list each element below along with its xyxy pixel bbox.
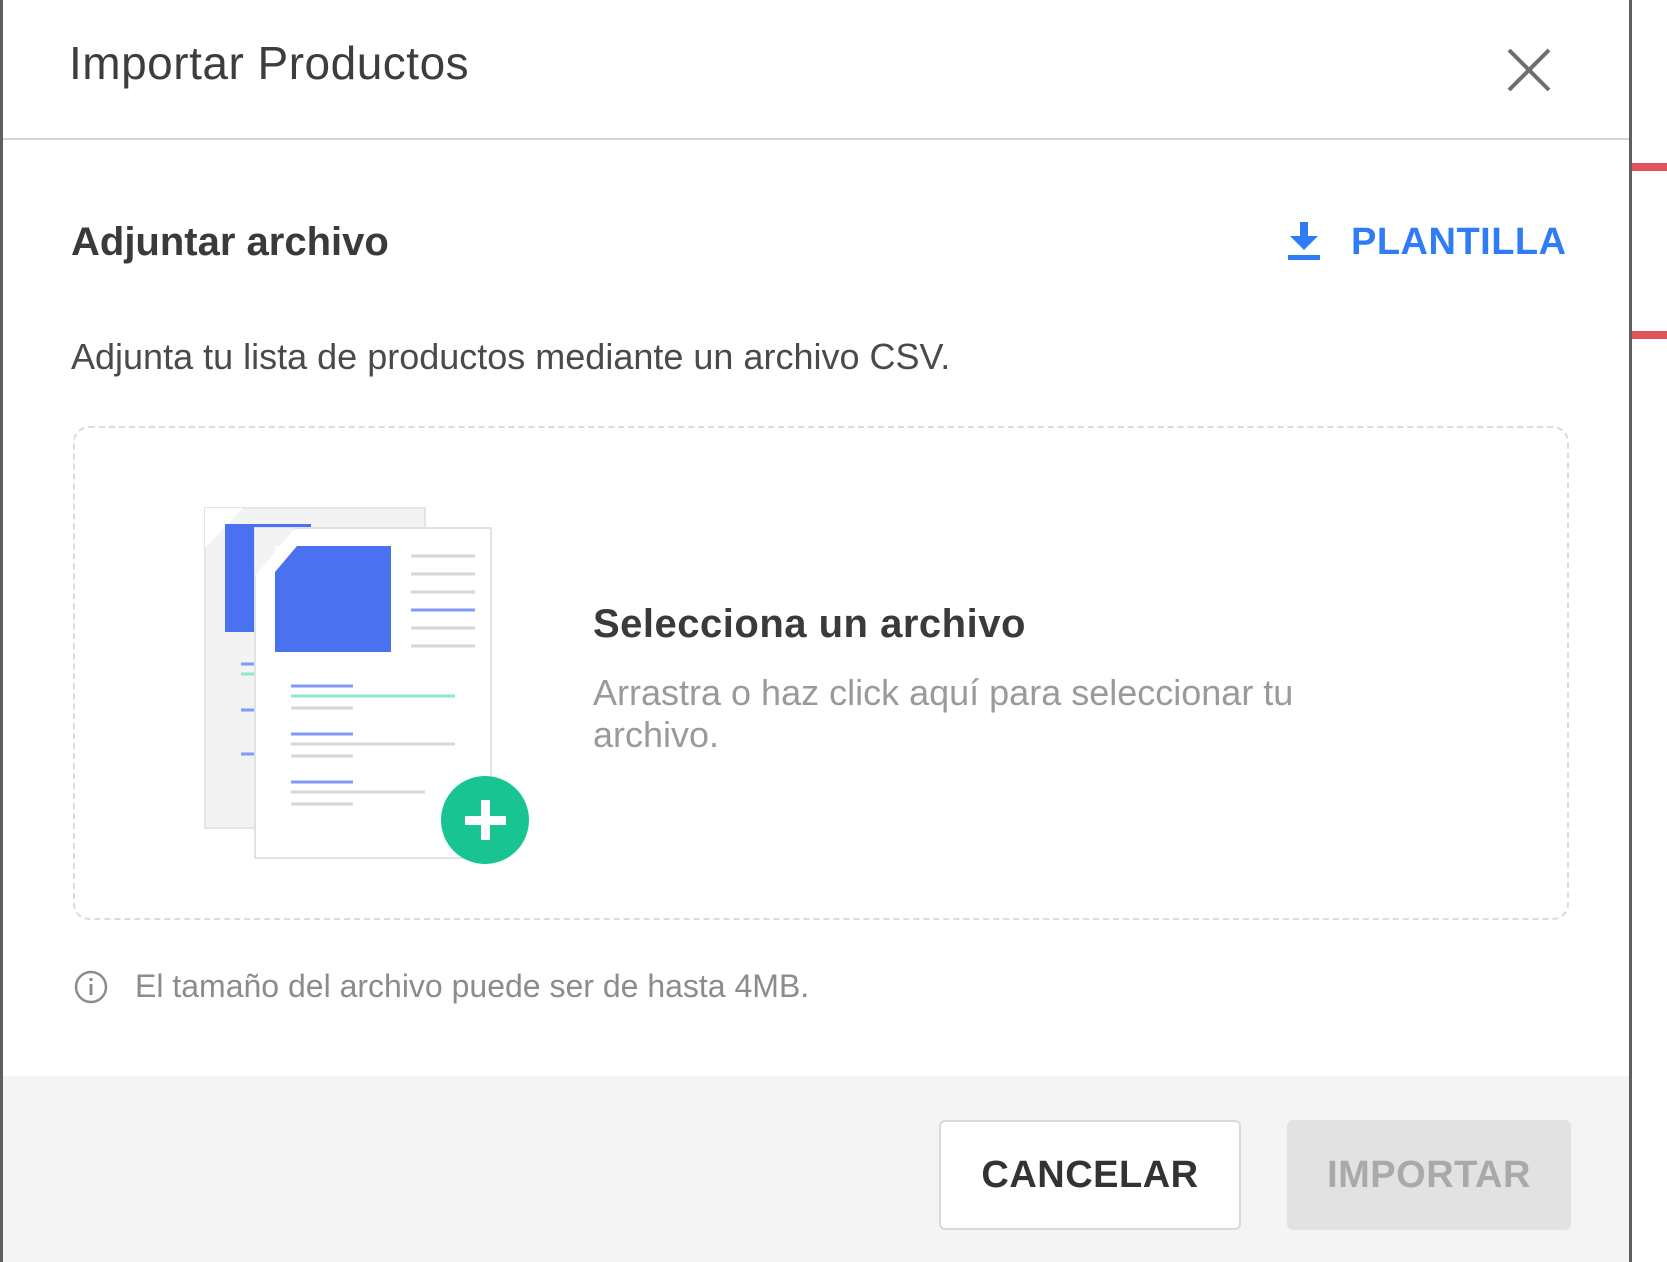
import-products-modal: Importar Productos Adjuntar archivo PLAN… [0, 0, 1632, 1262]
dropzone-subtitle: Arrastra o haz click aquí para seleccion… [593, 672, 1294, 755]
documents-add-icon [204, 507, 529, 864]
close-button[interactable] [1499, 40, 1559, 100]
dropzone-title: Selecciona un archivo [593, 602, 1026, 646]
attach-file-heading: Adjuntar archivo [71, 220, 389, 264]
file-size-text: El tamaño del archivo puede ser de hasta… [135, 968, 810, 1004]
download-template-button[interactable]: PLANTILLA [1287, 212, 1567, 272]
modal-footer: CANCELAR IMPORTAR [3, 1076, 1629, 1262]
attach-description: Adjunta tu lista de productos mediante u… [71, 336, 951, 377]
download-icon [1288, 222, 1320, 260]
file-size-note: El tamaño del archivo puede ser de hasta… [73, 968, 809, 1005]
file-dropzone[interactable]: Selecciona un archivo Arrastra o haz cli… [73, 426, 1569, 920]
download-template-label: PLANTILLA [1351, 220, 1567, 263]
close-icon [1507, 48, 1551, 92]
import-button[interactable]: IMPORTAR [1287, 1120, 1571, 1230]
modal-header: Importar Productos [3, 0, 1629, 140]
info-icon [74, 970, 108, 1003]
modal-title: Importar Productos [69, 37, 470, 89]
cancel-button[interactable]: CANCELAR [939, 1120, 1241, 1230]
